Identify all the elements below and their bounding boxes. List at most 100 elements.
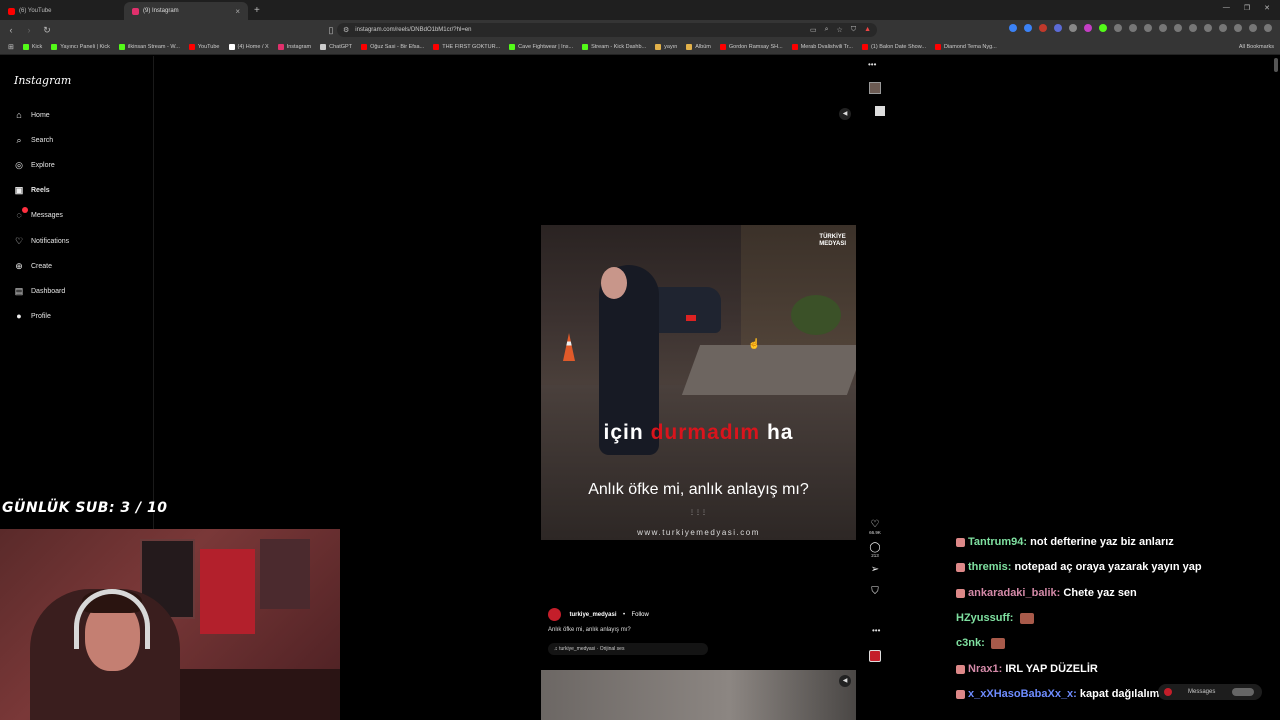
extension-icon[interactable] — [1204, 24, 1212, 32]
bookmark-item[interactable]: Oğuz Sasi - Bir Efsa... — [361, 44, 424, 50]
minimize-icon[interactable]: — — [1223, 4, 1230, 12]
extension-icon[interactable] — [1174, 24, 1182, 32]
new-tab-icon[interactable]: + — [254, 5, 260, 16]
like-icon[interactable]: ♡ — [871, 520, 880, 530]
extension-icon[interactable] — [1234, 24, 1242, 32]
nav-item-reels[interactable]: ▣ Reels — [14, 185, 50, 195]
forward-icon[interactable]: › — [22, 25, 36, 35]
bookmark-label: ilkinsan Stream - W... — [127, 44, 180, 50]
reel-audio-thumbnail[interactable] — [869, 650, 881, 662]
page-scrollbar[interactable] — [1274, 58, 1278, 72]
bookmark-item[interactable]: Instagram — [277, 44, 311, 50]
extension-icon[interactable] — [1249, 24, 1257, 32]
reel-video[interactable]: TÜRKİYE MEDYASI için durmadım ha Anlık ö… — [541, 225, 856, 540]
bookmark-item[interactable]: ChatGPT — [320, 44, 352, 50]
bookmark-item[interactable]: Stream - Kick Dashb... — [582, 44, 646, 50]
more-options-icon[interactable]: ••• — [872, 626, 880, 635]
tab-instagram[interactable]: (9) Instagram × — [124, 2, 248, 20]
extension-icon[interactable] — [1159, 24, 1167, 32]
bookmark-item[interactable]: THE FIRST GOKTUR... — [433, 44, 500, 50]
all-bookmarks-button[interactable]: All Bookmarks — [1239, 44, 1274, 50]
chat-username: HZyussuff: — [956, 612, 1014, 624]
cast-icon[interactable]: ▭ — [810, 26, 817, 34]
reel-caption[interactable]: Anlık öfke mi, anlık anlayış mı? — [548, 627, 631, 633]
extension-icon[interactable] — [1039, 24, 1047, 32]
nav-item-profile[interactable]: ● Profile — [14, 311, 51, 321]
close-window-icon[interactable]: ✕ — [1264, 4, 1270, 12]
url-text[interactable]: instagram.com/reels/DNBdO1bM1cr/?hl=en — [355, 27, 471, 33]
bookmark-page-icon[interactable]: ▯ — [324, 25, 338, 36]
next-reel-video[interactable] — [541, 670, 856, 720]
bookmark-item[interactable]: ilkinsan Stream - W... — [118, 44, 180, 50]
nav-item-explore[interactable]: ◎ Explore — [14, 160, 55, 170]
bookmark-item[interactable]: (4) Home / X — [228, 44, 269, 50]
extension-icon[interactable] — [1144, 24, 1152, 32]
bookmark-item[interactable]: Cave Fightwear | Ins... — [509, 44, 573, 50]
reel-audio-avatar[interactable] — [869, 82, 881, 94]
instagram-logo[interactable]: Instagram — [14, 74, 71, 87]
reel-audio-button[interactable]: ♫ turkiye_medyasi · Orijinal ses — [548, 643, 708, 655]
extension-icon[interactable] — [1054, 24, 1062, 32]
bookmark-item[interactable]: (1) Balon Date Show... — [861, 44, 926, 50]
bookmark-item[interactable]: Kick — [22, 44, 42, 50]
bookmark-item[interactable]: Merab Dvalishvili Tr... — [791, 44, 853, 50]
zoom-icon[interactable]: ⌕ — [825, 26, 829, 34]
extension-icon[interactable] — [1024, 24, 1032, 32]
comment-icon[interactable]: ◯ — [869, 543, 880, 553]
bookmark-label: Albüm — [695, 44, 711, 50]
author-avatar[interactable] — [548, 608, 561, 622]
extension-icon[interactable] — [1084, 24, 1092, 32]
extension-icon[interactable] — [1069, 24, 1077, 32]
alert-icon[interactable]: ▲ — [864, 26, 871, 34]
bookmark-item[interactable]: YouTube — [188, 44, 220, 50]
karaoke-subtitle: için durmadım ha — [541, 421, 856, 445]
save-icon[interactable]: ⛉ — [871, 587, 879, 597]
bookmark-label: yayın — [664, 44, 678, 50]
more-options-icon[interactable]: ••• — [868, 60, 876, 69]
bookmark-item[interactable]: Diamond Tema Nyg... — [934, 44, 997, 50]
bookmark-favicon-icon — [686, 44, 693, 50]
volume-icon[interactable]: ◀ — [839, 675, 851, 687]
shield-icon[interactable]: ⛉ — [851, 26, 856, 34]
reel-preview-thumb[interactable] — [875, 106, 885, 116]
nav-item-dashboard[interactable]: ▤ Dashboard — [14, 286, 66, 296]
bookmark-item[interactable]: Albüm — [686, 44, 711, 50]
author-username[interactable]: turkiye_medyasi — [569, 612, 616, 618]
bookmark-favicon-icon — [277, 44, 284, 50]
messages-label: Messages — [1188, 689, 1216, 695]
bookmark-item[interactable]: Gordon Ramsay SH... — [719, 44, 783, 50]
bookmark-label: Oğuz Sasi - Bir Efsa... — [370, 44, 425, 50]
reel-actions: ♡ 66.9K ◯ 213 ➢ ⛉ — [866, 520, 884, 597]
follow-button[interactable]: Follow — [632, 612, 649, 618]
nav-item-search[interactable]: ⌕ Search — [14, 135, 53, 145]
star-icon[interactable]: ☆ — [837, 26, 843, 34]
messages-pill[interactable]: Messages — [1158, 684, 1262, 700]
nav-item-messages[interactable]: ◌ Messages — [14, 207, 63, 220]
chat-emote-icon — [990, 637, 1005, 649]
extension-icon[interactable] — [1189, 24, 1197, 32]
bookmark-item[interactable]: Yayıncı Paneli | Kick — [51, 44, 110, 50]
nav-item-home[interactable]: ⌂ Home — [14, 110, 49, 120]
site-info-icon[interactable]: ⚙ — [343, 26, 349, 34]
omnibox-icons: ▭ ⌕ ☆ ⛉ ▲ — [810, 26, 877, 34]
reload-icon[interactable]: ↻ — [40, 25, 54, 36]
omnibox[interactable]: ⚙ instagram.com/reels/DNBdO1bM1cr/?hl=en… — [337, 23, 877, 37]
extension-icon[interactable] — [1009, 24, 1017, 32]
apps-icon[interactable]: ⊞ — [8, 43, 14, 51]
nav-item-notifications[interactable]: ♡ Notifications — [14, 236, 69, 246]
extension-icon[interactable] — [1114, 24, 1122, 32]
bookmark-item[interactable]: yayın — [655, 44, 677, 50]
extension-icon[interactable] — [1099, 24, 1107, 32]
share-icon[interactable]: ➢ — [871, 565, 879, 575]
volume-icon[interactable]: ◀ — [839, 108, 851, 120]
nav-label: Reels — [31, 186, 50, 194]
bookmark-favicon-icon — [320, 44, 327, 50]
extension-icon[interactable] — [1264, 24, 1272, 32]
close-tab-icon[interactable]: × — [235, 7, 240, 16]
back-icon[interactable]: ‹ — [4, 25, 18, 35]
extension-icon[interactable] — [1219, 24, 1227, 32]
extension-icon[interactable] — [1129, 24, 1137, 32]
nav-item-create[interactable]: ⊕ Create — [14, 261, 52, 271]
restore-icon[interactable]: ❐ — [1244, 4, 1250, 12]
tab-youtube[interactable]: (6) YouTube — [0, 2, 124, 20]
